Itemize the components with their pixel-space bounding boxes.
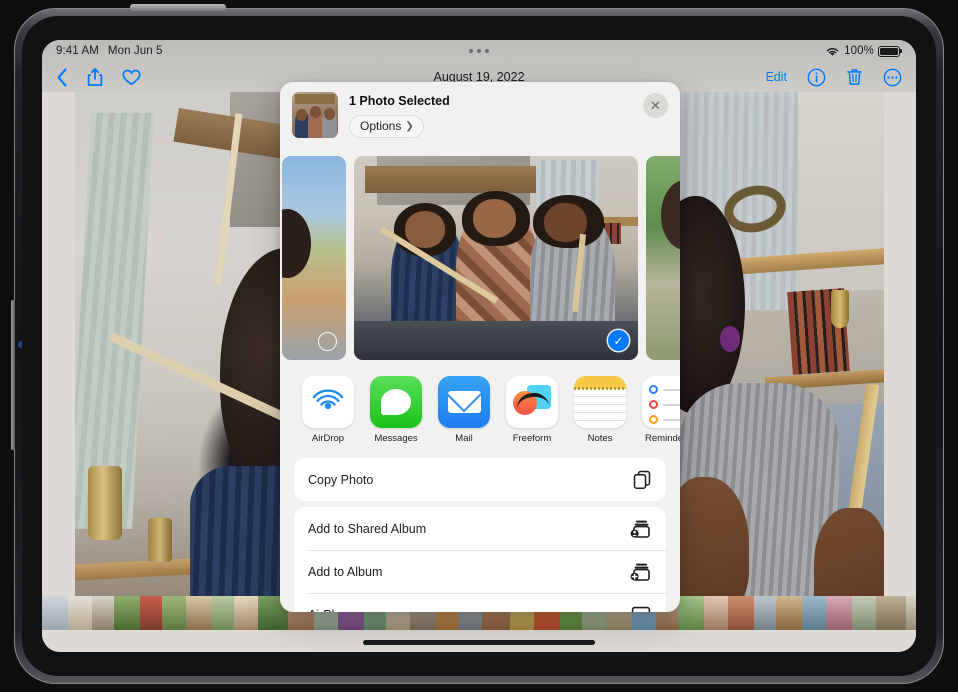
status-date: Mon Jun 5 xyxy=(107,45,163,57)
filmstrip-thumb[interactable] xyxy=(140,596,162,630)
brass-pitcher-shape xyxy=(87,466,122,541)
filmstrip-thumb[interactable] xyxy=(186,596,212,630)
action-label: AirPlay xyxy=(308,608,348,613)
filmstrip-thumb[interactable] xyxy=(212,596,234,630)
filmstrip-thumb[interactable] xyxy=(876,596,906,630)
copy-icon xyxy=(632,469,652,491)
action-add-to-album[interactable]: Add to Album xyxy=(294,550,666,593)
share-app-row[interactable]: AirDrop Messages Mail Freeform Notes Rem… xyxy=(280,364,680,452)
close-icon[interactable]: ✕ xyxy=(643,93,668,118)
purple-hair-streak-shape xyxy=(720,326,740,352)
filmstrip-thumb[interactable] xyxy=(68,596,92,630)
multitasking-dots-icon[interactable] xyxy=(469,49,489,53)
action-label: Copy Photo xyxy=(308,472,374,487)
airdrop-icon xyxy=(302,376,354,428)
photo-current[interactable]: ✓ xyxy=(354,156,638,360)
options-label: Options xyxy=(360,119,402,133)
add-album-icon xyxy=(630,562,652,582)
ipad-device: 9:41 AM Mon Jun 5 100% August 19, 2022 E… xyxy=(0,0,958,692)
action-label: Add to Album xyxy=(308,564,383,579)
background-photo-right xyxy=(679,92,884,612)
share-sheet-title: 1 Photo Selected xyxy=(349,94,450,108)
photo-carousel[interactable]: ✓ xyxy=(280,152,680,364)
share-target-messages[interactable]: Messages xyxy=(370,376,422,444)
brass-pot-shape xyxy=(147,518,172,563)
share-sheet-header: 1 Photo Selected Options ❯ ✕ xyxy=(280,82,680,150)
ipad-screen: 9:41 AM Mon Jun 5 100% August 19, 2022 E… xyxy=(42,40,916,652)
status-bar: 9:41 AM Mon Jun 5 100% xyxy=(42,40,916,62)
wifi-icon xyxy=(825,46,840,57)
app-label: Freeform xyxy=(512,433,552,444)
app-label: Notes xyxy=(587,433,613,444)
info-circle-icon[interactable] xyxy=(807,68,826,87)
share-icon[interactable] xyxy=(87,67,103,87)
app-label: AirDrop xyxy=(311,433,345,444)
ellipsis-circle-icon[interactable] xyxy=(883,68,902,87)
battery-icon xyxy=(878,45,902,57)
action-group-primary: Copy Photo xyxy=(294,458,666,501)
share-target-freeform[interactable]: Freeform xyxy=(506,376,558,444)
airplay-icon xyxy=(630,605,652,612)
filmstrip-thumb[interactable] xyxy=(42,596,68,630)
app-label: Reminders xyxy=(645,433,680,444)
filmstrip-thumb[interactable] xyxy=(114,596,140,630)
selection-circle[interactable] xyxy=(318,332,337,351)
app-label: Mail xyxy=(455,433,473,444)
share-target-airdrop[interactable]: AirDrop xyxy=(302,376,354,444)
heart-icon[interactable] xyxy=(122,69,141,86)
filmstrip-thumb[interactable] xyxy=(826,596,852,630)
filmstrip-thumb[interactable] xyxy=(234,596,258,630)
filmstrip-thumb[interactable] xyxy=(802,596,826,630)
share-target-mail[interactable]: Mail xyxy=(438,376,490,444)
filmstrip-thumb[interactable] xyxy=(92,596,114,630)
filmstrip-thumb[interactable] xyxy=(678,596,704,630)
edit-button[interactable]: Edit xyxy=(765,70,787,84)
share-sheet: 1 Photo Selected Options ❯ ✕ ✓ AirDrop M… xyxy=(280,82,680,612)
filmstrip-thumb[interactable] xyxy=(776,596,802,630)
action-airplay[interactable]: AirPlay xyxy=(294,593,666,612)
app-label: Messages xyxy=(374,433,418,444)
side-rail xyxy=(11,300,15,450)
freeform-icon xyxy=(506,376,558,428)
filmstrip-thumb[interactable] xyxy=(704,596,728,630)
messages-icon xyxy=(370,376,422,428)
notes-icon xyxy=(574,376,626,428)
selected-photo-thumbnail[interactable] xyxy=(292,92,338,138)
photo-previous[interactable] xyxy=(282,156,346,360)
brass-lamp-shape xyxy=(830,289,849,328)
status-time: 9:41 AM xyxy=(56,45,99,57)
chevron-left-icon[interactable] xyxy=(56,67,68,87)
mail-icon xyxy=(438,376,490,428)
battery-percent-label: 100% xyxy=(844,45,874,57)
share-target-notes[interactable]: Notes xyxy=(574,376,626,444)
home-indicator[interactable] xyxy=(363,640,595,645)
filmstrip-thumb[interactable] xyxy=(906,596,916,630)
shared-album-icon xyxy=(630,519,652,539)
options-button[interactable]: Options ❯ xyxy=(349,115,424,138)
share-target-reminders[interactable]: Reminders xyxy=(642,376,680,444)
chevron-right-icon: ❯ xyxy=(405,120,414,132)
action-group-secondary: Add to Shared Album Add to Album xyxy=(294,507,666,612)
filmstrip-thumb[interactable] xyxy=(162,596,186,630)
selection-checkmark-icon[interactable]: ✓ xyxy=(608,330,629,351)
action-add-to-shared-album[interactable]: Add to Shared Album xyxy=(294,507,666,550)
action-copy-photo[interactable]: Copy Photo xyxy=(294,458,666,501)
filmstrip-thumb[interactable] xyxy=(852,596,876,630)
reminders-icon xyxy=(642,376,680,428)
photo-next[interactable] xyxy=(646,156,680,360)
top-button[interactable] xyxy=(130,4,226,11)
trash-icon[interactable] xyxy=(846,67,863,87)
filmstrip-thumb[interactable] xyxy=(754,596,776,630)
filmstrip-thumb[interactable] xyxy=(728,596,754,630)
action-label: Add to Shared Album xyxy=(308,521,427,536)
